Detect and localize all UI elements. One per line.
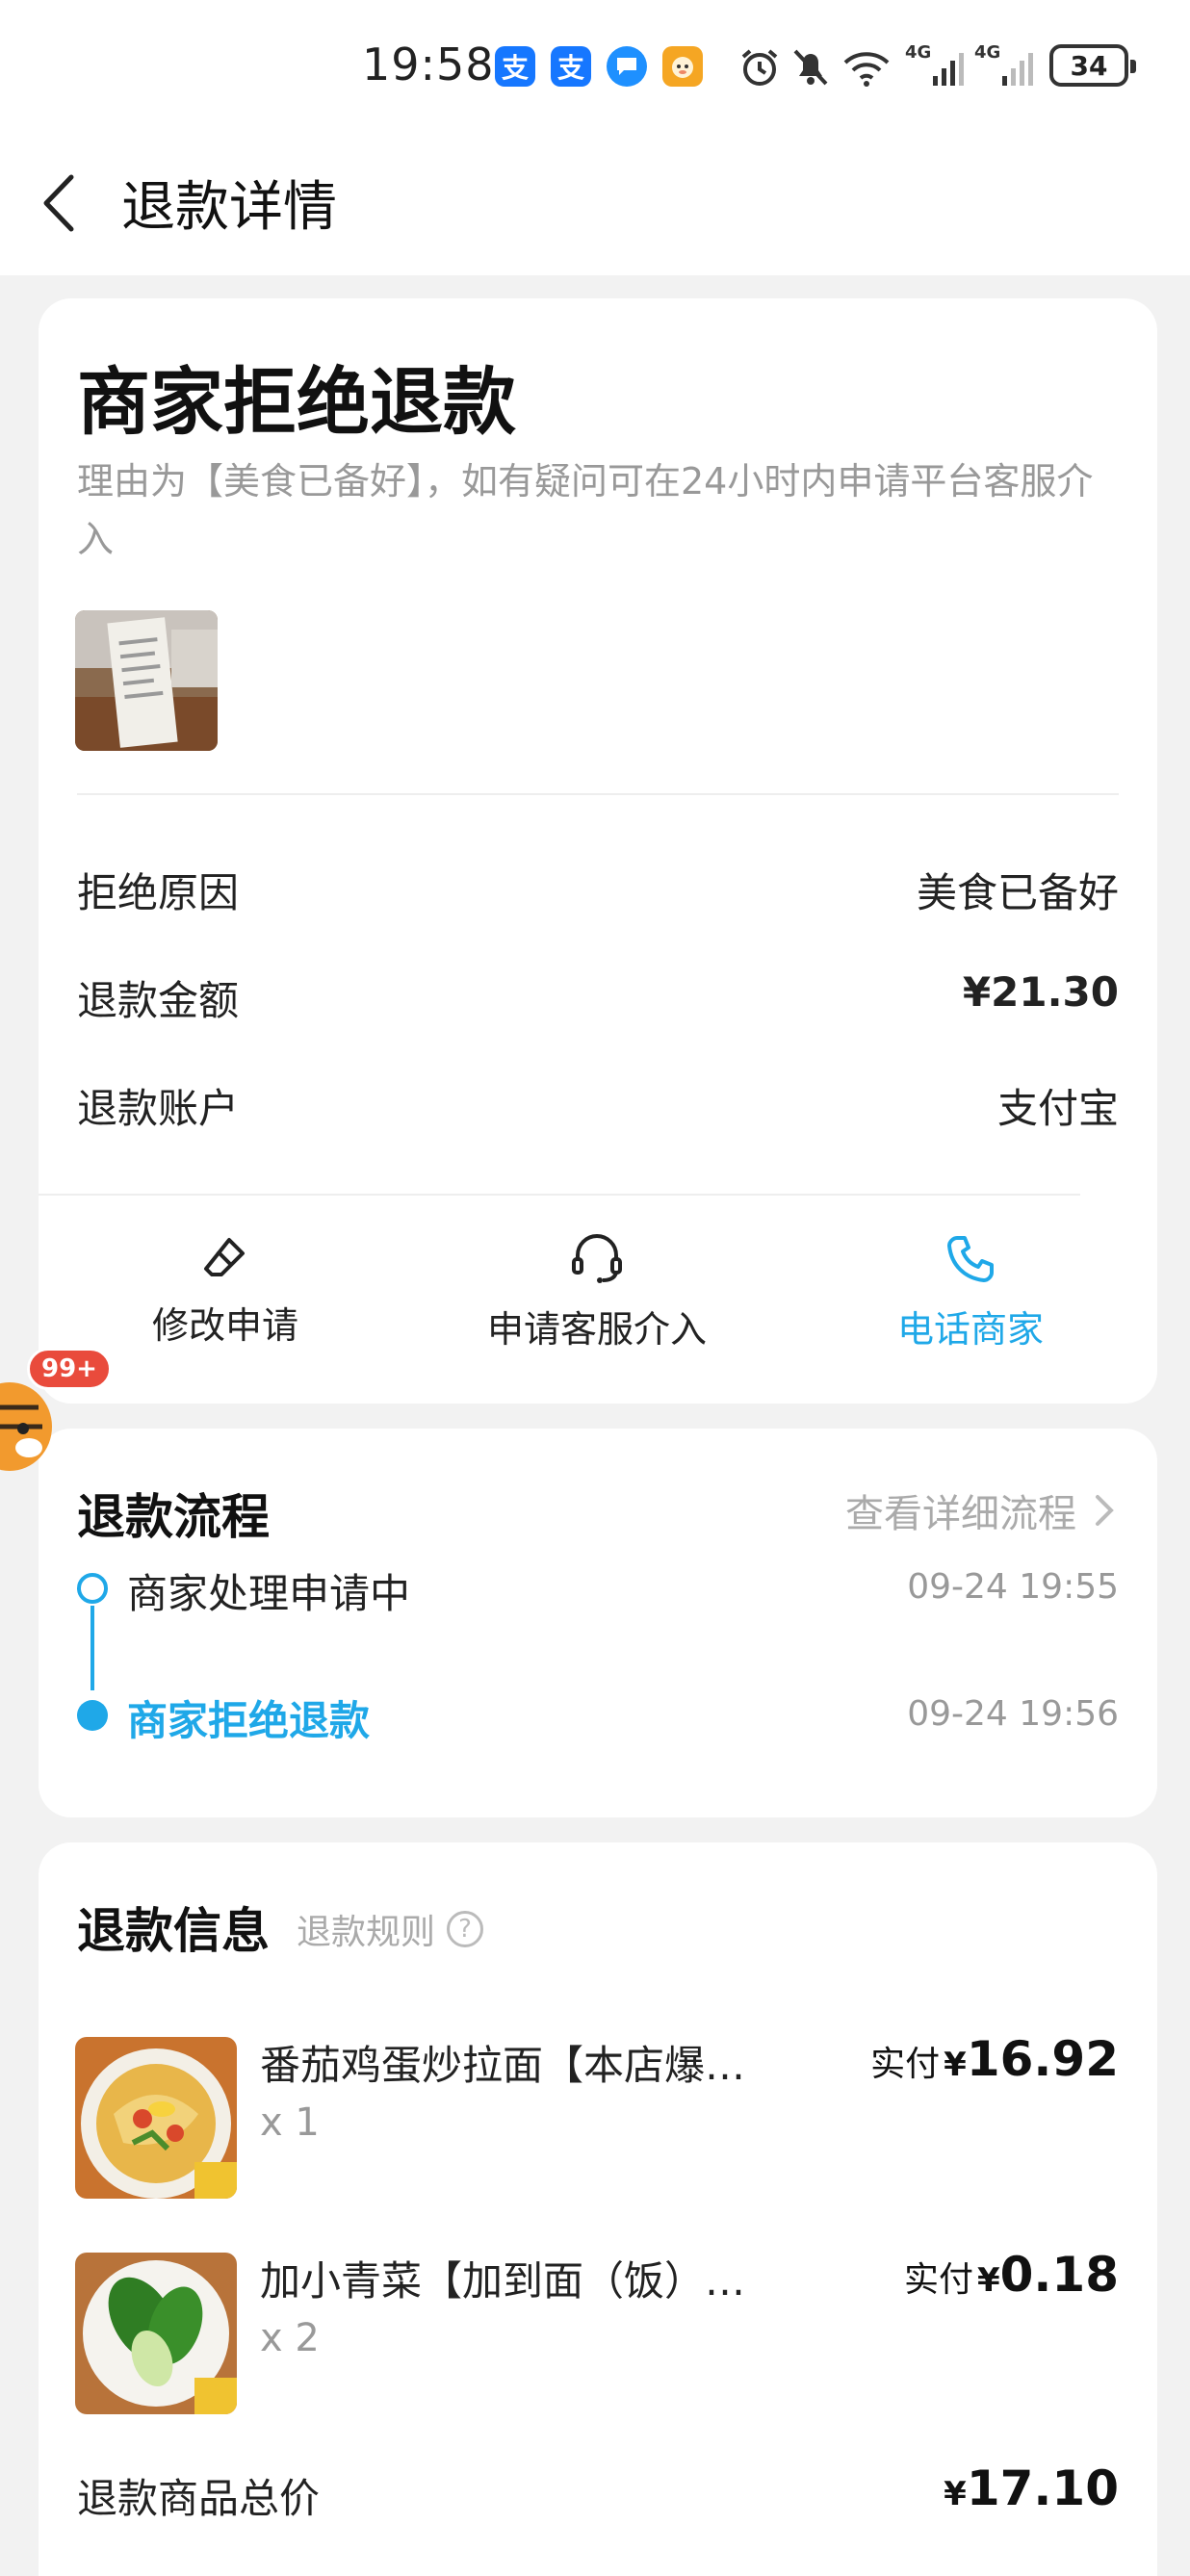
step-dot-active (77, 1700, 108, 1731)
status-bar: 19:58 支 支 4G 4G 34 (0, 0, 1190, 135)
step-dot (77, 1573, 108, 1604)
modify-request-button[interactable]: 修改申请 (81, 1232, 370, 1349)
product-quantity: x 1 (260, 2100, 320, 2145)
reject-reason-label: 拒绝原因 (77, 869, 240, 916)
signal-icon: 4G (905, 42, 970, 92)
refund-status-description: 理由为【美食已备好】，如有疑问可在24小时内申请平台客服介入 (77, 460, 1094, 560)
divider (39, 1194, 1080, 1196)
product-price: 实付 ¥ 0.18 (904, 2247, 1119, 2303)
chevron-right-icon (1096, 1495, 1114, 1526)
price-prefix: 实付 (903, 2260, 973, 2300)
message-icon (607, 46, 647, 87)
divider (77, 793, 1119, 795)
currency-symbol: ¥ (944, 2475, 967, 2513)
refund-amount-label: 退款金额 (77, 977, 240, 1024)
refund-process-card: 退款流程 查看详细流程 商家处理申请中 09-24 19:55 商家拒绝退款 0… (39, 1429, 1157, 1817)
process-step-time: 09-24 19:56 (907, 1694, 1119, 1734)
evidence-image[interactable] (75, 610, 218, 751)
total-value: 17.10 (966, 2460, 1119, 2516)
refund-account-value: 支付宝 (996, 1085, 1119, 1132)
refund-total-value: ¥ 17.10 (944, 2460, 1119, 2516)
price-value: 16.92 (966, 2031, 1119, 2087)
refund-amount-value: ¥21.30 (962, 968, 1119, 1016)
mute-icon (789, 42, 832, 92)
refund-rules-label: 退款规则 (297, 1913, 436, 1952)
refund-total-label: 退款商品总价 (77, 2475, 321, 2522)
currency-symbol: ¥ (976, 2261, 1000, 2300)
help-icon: ? (447, 1911, 484, 1947)
call-merchant-label: 电话商家 (896, 1308, 1044, 1351)
app-mascot-icon (662, 46, 703, 87)
refund-info-title: 退款信息 (77, 1903, 270, 1959)
process-step-time: 09-24 19:55 (907, 1567, 1119, 1607)
customer-service-label: 申请客服介入 (486, 1308, 707, 1351)
process-step-current: 商家拒绝退款 (127, 1697, 371, 1744)
customer-service-button[interactable]: 申请客服介入 (453, 1232, 741, 1352)
product-image[interactable] (75, 2253, 237, 2414)
alipay-icon: 支 (551, 46, 591, 87)
product-price: 实付 ¥ 16.92 (870, 2031, 1119, 2087)
headset-icon (572, 1234, 622, 1283)
refund-rules-link[interactable]: 退款规则 ? (297, 1904, 484, 1954)
product-image[interactable] (75, 2037, 237, 2199)
signal-icon: 4G (974, 42, 1039, 92)
eraser-icon (204, 1238, 245, 1276)
view-detail-process-link[interactable]: 查看详细流程 (845, 1482, 1119, 1538)
battery-indicator: 34 (1049, 44, 1136, 87)
view-detail-process-label: 查看详细流程 (845, 1492, 1076, 1536)
back-button[interactable] (37, 169, 94, 237)
process-title: 退款流程 (77, 1489, 270, 1545)
product-name: 加小青菜【加到面（饭）… (260, 2257, 746, 2305)
modify-request-label: 修改申请 (151, 1304, 298, 1347)
step-connector (91, 1606, 94, 1690)
product-quantity: x 2 (260, 2316, 320, 2360)
currency-symbol: ¥ (944, 2046, 967, 2084)
nav-header: 退款详情 (0, 135, 1190, 275)
page-title: 退款详情 (121, 176, 337, 239)
price-prefix: 实付 (870, 2045, 941, 2084)
call-merchant-button[interactable]: 电话商家 (826, 1232, 1115, 1352)
refund-status-title: 商家拒绝退款 (77, 359, 516, 445)
phone-icon (947, 1236, 994, 1282)
wifi-icon (840, 42, 893, 92)
chevron-left-icon (43, 174, 74, 232)
status-time: 19:58 (362, 39, 495, 90)
product-name: 番茄鸡蛋炒拉面【本店爆… (260, 2042, 746, 2089)
refund-info-card: 退款信息 退款规则 ? 番茄鸡蛋炒拉面【本店爆… x 1 实付 ¥ 16.92 (39, 1842, 1157, 2576)
notification-badge: 99+ (27, 1348, 112, 1390)
alarm-icon (737, 42, 782, 92)
alipay-icon: 支 (495, 46, 535, 87)
reject-reason-value: 美食已备好 (916, 869, 1119, 916)
process-step: 商家处理申请中 (127, 1570, 411, 1617)
price-value: 0.18 (999, 2247, 1119, 2303)
refund-account-label: 退款账户 (77, 1085, 240, 1132)
